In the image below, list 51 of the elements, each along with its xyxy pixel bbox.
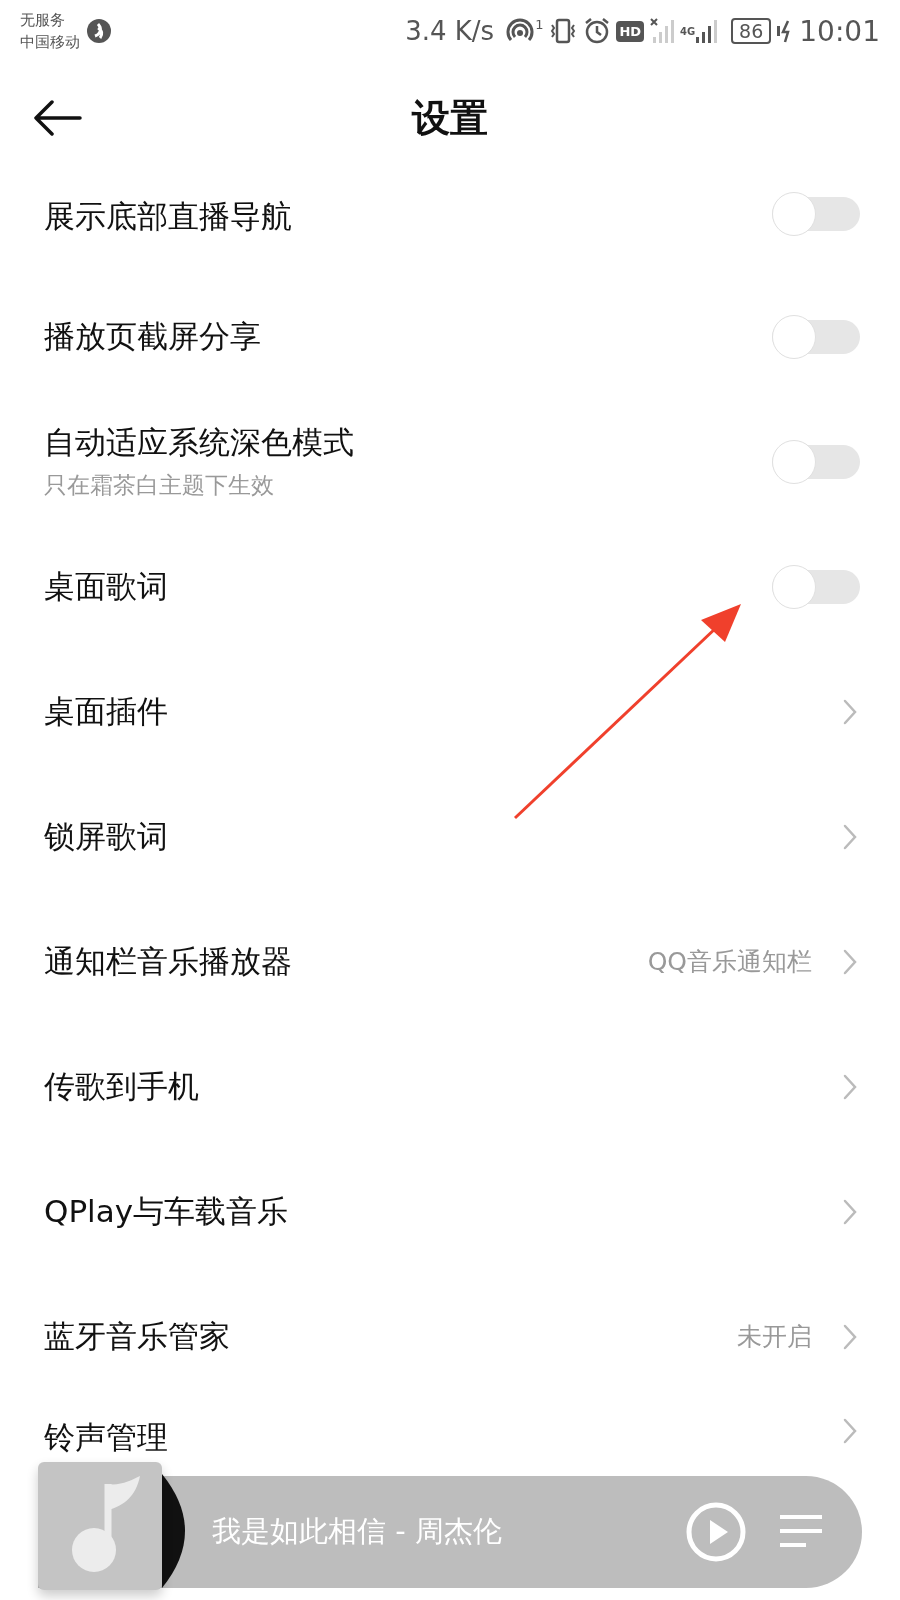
carrier-text: 中国移动 <box>20 32 80 53</box>
settings-row[interactable]: 铃声管理 <box>0 1399 900 1471</box>
chevron-right-icon <box>842 1322 858 1351</box>
clock-time: 10:01 <box>799 14 880 48</box>
settings-row[interactable]: 通知栏音乐播放器 QQ音乐通知栏 <box>0 899 900 1024</box>
chevron-right-icon <box>842 1417 858 1445</box>
settings-row[interactable]: 锁屏歌词 <box>0 774 900 899</box>
chevron-right-icon <box>842 1197 858 1226</box>
setting-label: 播放页截屏分享 <box>44 316 262 356</box>
hd-badge: HD <box>616 20 645 42</box>
setting-label: 桌面插件 <box>44 691 169 731</box>
settings-row[interactable]: 桌面插件 <box>0 649 900 774</box>
settings-row[interactable]: 展示底部直播导航 <box>0 174 900 274</box>
play-icon <box>686 1502 746 1562</box>
battery-level: 86 <box>731 18 772 44</box>
chevron-right-icon <box>842 1072 858 1101</box>
network-speed: 3.4 K/s <box>405 16 495 46</box>
settings-row[interactable]: 蓝牙音乐管家 未开启 <box>0 1274 900 1399</box>
hotspot-count: 1 <box>535 18 544 31</box>
settings-row[interactable]: 播放页截屏分享 <box>0 274 900 399</box>
setting-label: 铃声管理 <box>44 1418 169 1457</box>
setting-value: QQ音乐通知栏 <box>647 946 812 978</box>
toggle-switch[interactable] <box>772 314 860 359</box>
setting-label: 展示底部直播导航 <box>44 197 293 236</box>
setting-label: 锁屏歌词 <box>44 816 169 856</box>
carrier-text: 无服务 <box>20 10 66 31</box>
setting-label: 桌面歌词 <box>44 566 169 606</box>
chevron-right-icon <box>842 947 858 976</box>
setting-label: 传歌到手机 <box>44 1066 200 1106</box>
setting-value: 未开启 <box>737 1321 812 1353</box>
back-arrow-icon <box>32 100 82 136</box>
setting-label: 通知栏音乐播放器 <box>44 941 293 981</box>
page-title: 设置 <box>412 94 488 142</box>
play-button[interactable] <box>686 1502 746 1562</box>
setting-label: 自动适应系统深色模式 <box>44 423 355 462</box>
toggle-switch[interactable] <box>772 564 860 609</box>
no-signal-icon <box>649 17 676 45</box>
settings-row[interactable]: QPlay与车载音乐 <box>0 1149 900 1274</box>
toggle-switch[interactable] <box>772 192 860 236</box>
chevron-right-icon <box>842 697 858 726</box>
setting-description: 只在霜茶白主题下生效 <box>44 471 275 500</box>
track-title: 我是如此相信 - 周杰伦 <box>212 1513 503 1550</box>
chevron-right-icon <box>842 822 858 851</box>
network-type: 4G <box>680 25 695 37</box>
setting-label: 蓝牙音乐管家 <box>44 1316 231 1356</box>
setting-label: QPlay与车载音乐 <box>44 1191 290 1231</box>
hotspot-icon <box>505 18 536 44</box>
settings-row[interactable]: 传歌到手机 <box>0 1024 900 1149</box>
settings-row[interactable]: 桌面歌词 <box>0 524 900 649</box>
toggle-switch[interactable] <box>772 439 860 484</box>
settings-row[interactable]: 自动适应系统深色模式 只在霜茶白主题下生效 <box>0 399 900 524</box>
